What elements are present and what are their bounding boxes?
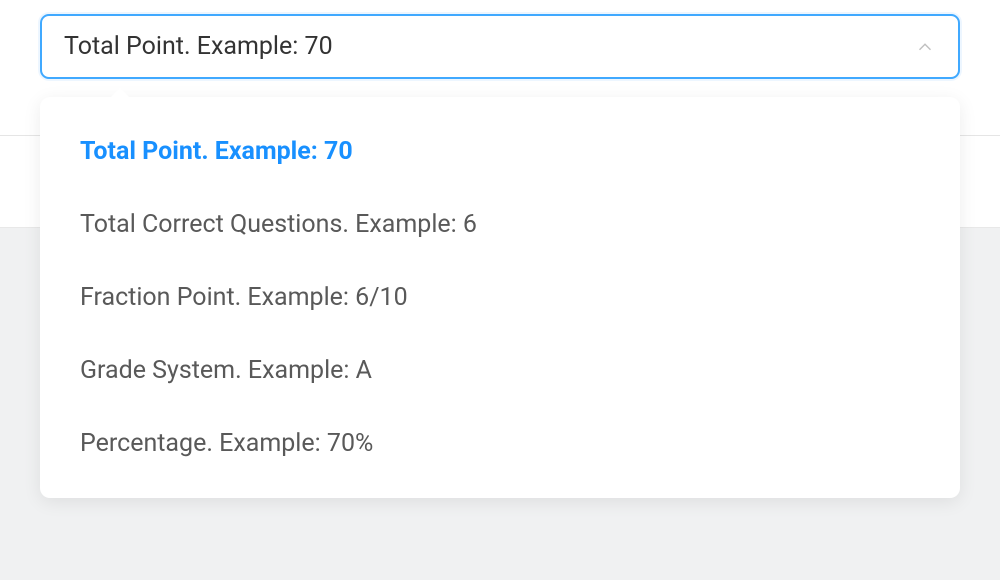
select-value: Total Point. Example: 70 — [64, 32, 914, 61]
chevron-up-icon — [914, 36, 936, 58]
dropdown-option-fraction-point[interactable]: Fraction Point. Example: 6/10 — [40, 261, 960, 334]
dropdown-menu: Total Point. Example: 70 Total Correct Q… — [40, 97, 960, 498]
dropdown-option-grade-system[interactable]: Grade System. Example: A — [40, 334, 960, 407]
dropdown-option-total-correct[interactable]: Total Correct Questions. Example: 6 — [40, 188, 960, 261]
dropdown-option-total-point[interactable]: Total Point. Example: 70 — [40, 115, 960, 188]
select-input[interactable]: Total Point. Example: 70 — [40, 14, 960, 79]
dropdown-option-percentage[interactable]: Percentage. Example: 70% — [40, 407, 960, 480]
